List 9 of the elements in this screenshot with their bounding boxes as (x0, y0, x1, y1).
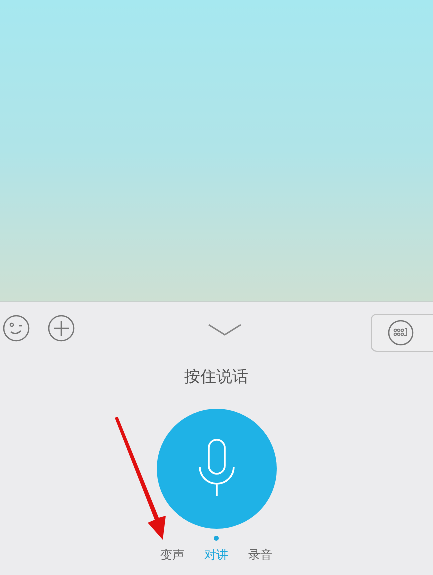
plus-icon[interactable] (48, 315, 75, 342)
mode-tab[interactable]: 录音 (248, 536, 272, 563)
mode-tab[interactable]: 变声 (160, 536, 184, 563)
microphone-icon (198, 439, 236, 499)
keyboard-icon (388, 320, 414, 346)
emoji-icon[interactable] (3, 315, 30, 342)
hold-to-talk-label: 按住说话 (184, 366, 248, 388)
keyboard-button[interactable] (371, 314, 433, 352)
chevron-down-icon[interactable] (208, 324, 242, 336)
